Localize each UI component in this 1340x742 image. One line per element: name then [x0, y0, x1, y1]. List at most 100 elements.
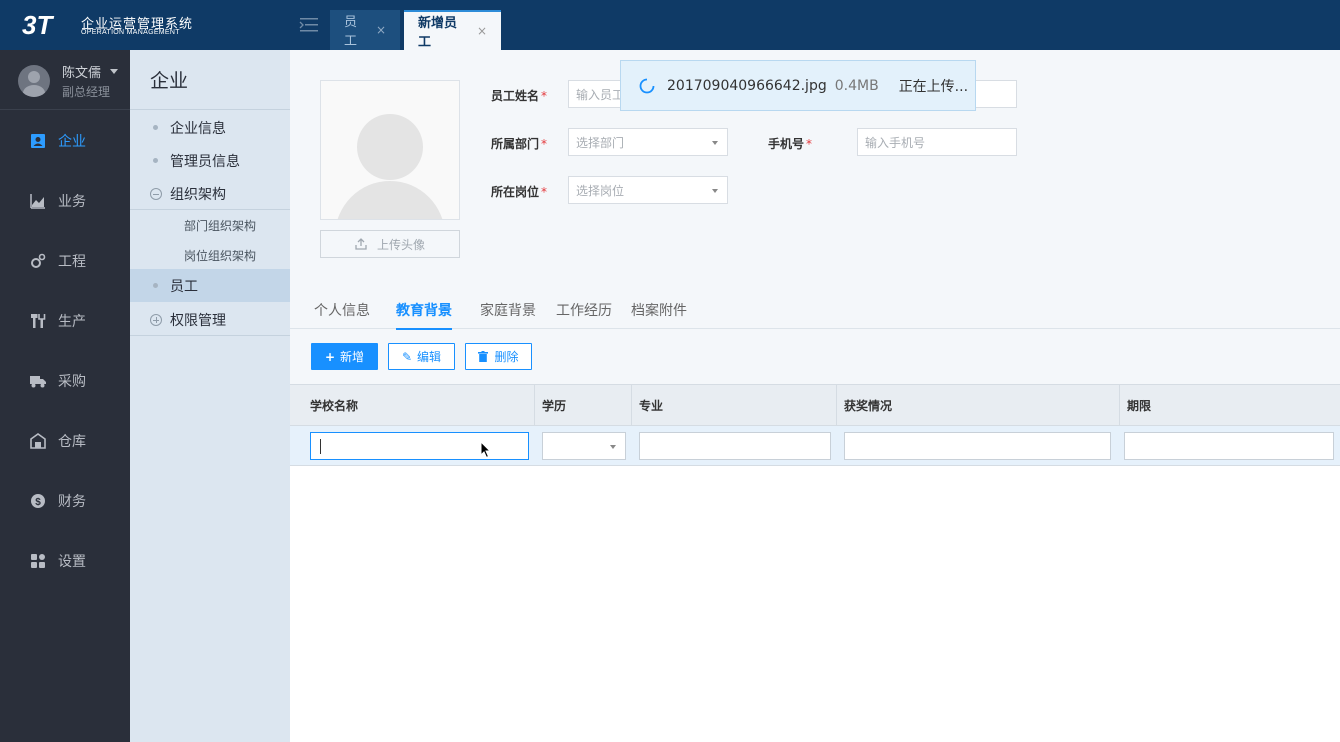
delete-button[interactable]: 删除 [465, 343, 532, 370]
collapse-icon[interactable] [150, 187, 162, 200]
tab-education[interactable]: 教育背景 [396, 300, 452, 330]
upload-avatar-button[interactable]: 上传头像 [320, 230, 460, 258]
pencil-icon: ✎ [401, 349, 413, 364]
dollar-icon: $ [31, 494, 45, 508]
trash-icon [478, 351, 489, 362]
gears-icon [31, 253, 46, 268]
column-header-major[interactable]: 专业 [632, 385, 837, 426]
bullet-icon [153, 125, 158, 130]
required-mark: * [806, 137, 813, 151]
subnav-item-label: 部门组织架构 [184, 218, 257, 233]
chevron-down-icon[interactable] [110, 69, 118, 74]
app-subtitle: OPERATION MANAGEMENT [81, 29, 180, 36]
person-head-shape [357, 114, 423, 180]
column-header-awards[interactable]: 获奖情况 [837, 385, 1120, 426]
upload-filesize: 0.4MB [834, 77, 879, 94]
school-name-input[interactable] [310, 432, 529, 460]
tab-close-icon[interactable]: × [376, 23, 386, 37]
upload-filename: 201709040966642.jpg [667, 77, 827, 94]
subnav-item-label: 权限管理 [170, 312, 226, 329]
subnav-item-dept-structure[interactable]: 部门组织架构 [130, 210, 290, 240]
mouse-pointer-icon [480, 441, 492, 459]
secondary-nav-title: 企业 [130, 50, 290, 110]
post-select-placeholder: 选择岗位 [576, 183, 625, 198]
tab-family[interactable]: 家庭背景 [480, 300, 536, 328]
tab-label: 员工 [344, 15, 358, 49]
upload-avatar-label: 上传头像 [376, 237, 425, 252]
grid-icon [31, 554, 45, 568]
table-row [290, 426, 1340, 466]
phone-input[interactable]: 输入手机号 [857, 128, 1017, 156]
sidebar-item-label: 采购 [58, 374, 86, 390]
column-header-school[interactable]: 学校名称 [303, 385, 535, 426]
menu-toggle-icon[interactable] [298, 15, 320, 35]
tab-personal-info[interactable]: 个人信息 [314, 300, 370, 328]
edit-button-label: 编辑 [417, 350, 442, 364]
phone-label: 手机号 * [768, 135, 812, 152]
tab-attachments[interactable]: 档案附件 [631, 300, 687, 328]
sidebar-item-production[interactable]: 生产 [0, 291, 130, 351]
sidebar: 陈文儒 副总经理 企业 业务 工程 生产 采购 仓库 $ 财务 设置 [0, 50, 130, 742]
top-bar: 3T 企业运营管理系统 OPERATION MANAGEMENT 员工 × 新增… [0, 0, 1340, 50]
sidebar-item-label: 设置 [58, 554, 86, 570]
user-name: 陈文儒 [62, 66, 102, 81]
tab-close-icon[interactable]: × [477, 24, 487, 38]
tools-icon [31, 314, 46, 328]
dept-label-text: 所属部门 [491, 137, 540, 151]
bullet-icon [153, 283, 158, 288]
upload-progress-toast: 201709040966642.jpg 0.4MB 正在上传... [620, 60, 976, 111]
plus-icon: + [324, 349, 336, 364]
subnav-item-org-structure[interactable]: 组织架构 [130, 177, 290, 210]
dept-label: 所属部门 * [491, 135, 547, 152]
tab-new-employee[interactable]: 新增员工 × [404, 10, 501, 50]
table-header: 学校名称 学历 专业 获奖情况 期限 [290, 384, 1340, 426]
user-role: 副总经理 [62, 85, 111, 99]
user-panel[interactable]: 陈文儒 副总经理 [0, 50, 130, 110]
upload-icon [355, 238, 367, 250]
post-select[interactable]: 选择岗位 [568, 176, 728, 204]
bullet-icon [153, 158, 158, 163]
sidebar-item-warehouse[interactable]: 仓库 [0, 411, 130, 471]
sidebar-item-business[interactable]: 业务 [0, 171, 130, 231]
avatar-placeholder [320, 80, 460, 220]
tab-work-history[interactable]: 工作经历 [556, 300, 612, 328]
secondary-nav: 企业 企业信息 管理员信息 组织架构 部门组织架构 岗位组织架构 员工 权限管理 [130, 50, 290, 742]
sidebar-item-engineering[interactable]: 工程 [0, 231, 130, 291]
degree-select[interactable] [542, 432, 626, 460]
tab-employees[interactable]: 员工 × [330, 10, 400, 50]
name-label: 员工姓名 * [491, 87, 547, 104]
dept-select[interactable]: 选择部门 [568, 128, 728, 156]
required-mark: * [541, 89, 548, 103]
add-button[interactable]: + 新增 [311, 343, 378, 370]
post-label: 所在岗位 * [491, 183, 547, 200]
svg-text:3T: 3T [22, 10, 54, 38]
major-input[interactable] [639, 432, 831, 460]
expand-icon[interactable] [150, 313, 162, 326]
loading-spinner-icon [639, 78, 655, 93]
column-header-period[interactable]: 期限 [1120, 385, 1340, 426]
awards-input[interactable] [844, 432, 1111, 460]
subnav-item-label: 企业信息 [170, 120, 226, 137]
subnav-item-employees[interactable]: 员工 [130, 269, 290, 302]
sidebar-item-purchasing[interactable]: 采购 [0, 351, 130, 411]
truck-icon [30, 376, 46, 388]
add-button-label: 新增 [340, 350, 365, 364]
subnav-item-permissions[interactable]: 权限管理 [130, 303, 290, 336]
caret-down-icon [712, 141, 718, 145]
subnav-item-company-info[interactable]: 企业信息 [130, 111, 290, 144]
sidebar-item-enterprise[interactable]: 企业 [0, 111, 130, 171]
column-header-degree[interactable]: 学历 [535, 385, 632, 426]
divider [130, 335, 290, 336]
period-input[interactable] [1124, 432, 1334, 460]
main-content: 上传头像 员工姓名 * 输入员工 所属部门 * 选择部门 手机号 * 输入手机号 所在… [290, 50, 1340, 742]
edit-button[interactable]: ✎ 编辑 [388, 343, 455, 370]
warehouse-icon [30, 433, 46, 449]
sidebar-item-label: 工程 [58, 254, 86, 270]
subnav-item-post-structure[interactable]: 岗位组织架构 [130, 240, 290, 270]
upload-status: 正在上传... [898, 78, 969, 95]
subnav-item-admin-info[interactable]: 管理员信息 [130, 144, 290, 177]
sidebar-item-settings[interactable]: 设置 [0, 531, 130, 591]
sidebar-item-finance[interactable]: $ 财务 [0, 471, 130, 531]
app-logo: 3T 企业运营管理系统 OPERATION MANAGEMENT [0, 0, 290, 50]
text-cursor [320, 439, 321, 454]
